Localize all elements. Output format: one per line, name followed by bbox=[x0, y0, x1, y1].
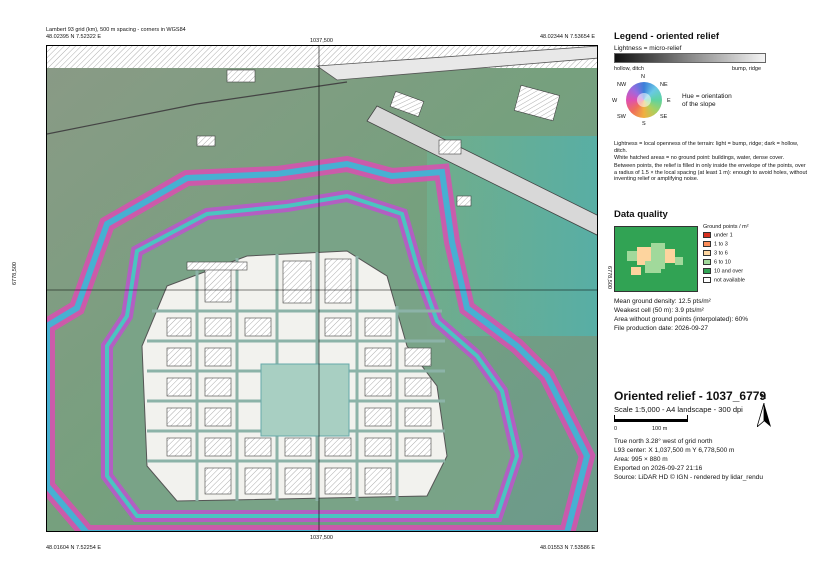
compass-sw: SW bbox=[617, 114, 626, 120]
compass-nw: NW bbox=[617, 82, 627, 88]
swatch-10-and-over bbox=[703, 268, 711, 274]
export-date: Exported on 2026-09-27 21:16 bbox=[614, 465, 703, 472]
central-square bbox=[260, 363, 350, 437]
compass-e: E bbox=[667, 98, 671, 104]
legend-title: Legend - oriented relief bbox=[614, 31, 720, 42]
legend-note-hatched: White hatched areas = no ground point: b… bbox=[614, 155, 785, 161]
production-date: File production date: 2026-09-27 bbox=[614, 325, 708, 332]
swatch-6-to-10 bbox=[703, 259, 711, 265]
legend-note-lightness: Lightness = local openness of the terrai… bbox=[614, 141, 799, 154]
compass-ne: NE bbox=[660, 82, 668, 88]
grid-caption: Lambert 93 grid (km), 500 m spacing - co… bbox=[46, 27, 186, 33]
map-scale: Scale 1:5,000 - A4 landscape - 300 dpi bbox=[614, 405, 743, 414]
corner-coord-top-left: 48.02395 N 7.52322 E bbox=[46, 34, 102, 40]
scale-bar-tick-left bbox=[614, 415, 615, 422]
quality-class-1-to-3: 1 to 3 bbox=[703, 241, 728, 248]
compass-se: SE bbox=[660, 114, 668, 120]
map-title: Oriented relief - 1037_6779 bbox=[614, 389, 767, 403]
grid-tick-top: 1037,500 bbox=[310, 38, 333, 44]
hue-label-1: Hue = orientation bbox=[682, 93, 732, 100]
lightness-label: Lightness = micro-relief bbox=[614, 45, 682, 52]
quality-class-10-and-over: 10 and over bbox=[703, 268, 743, 275]
quality-class-under-1: under 1 bbox=[703, 232, 733, 239]
scale-bar-tick-right bbox=[687, 415, 688, 422]
corner-coord-top-right: 48.02344 N 7.53654 E bbox=[540, 34, 596, 40]
area-without-points: Area without ground points (interpolated… bbox=[614, 316, 749, 323]
swatch-not-available bbox=[703, 277, 711, 283]
legend-note-interpolation: Between points, the relief is filled in … bbox=[614, 163, 808, 182]
quality-title: Data quality bbox=[614, 209, 668, 220]
ground-points-label: Ground points / m² bbox=[703, 224, 749, 230]
quality-class-3-to-6: 3 to 6 bbox=[703, 250, 728, 257]
weakest-cell: Weakest cell (50 m): 3.9 pts/m² bbox=[614, 307, 704, 314]
swatch-1-to-3 bbox=[703, 241, 711, 247]
map-center: L93 center: X 1,037,500 m Y 6,778,500 m bbox=[614, 447, 735, 454]
swatch-under-1 bbox=[703, 232, 711, 238]
scale-bar-hundred: 100 m bbox=[652, 426, 668, 432]
data-source: Source: LiDAR HD © IGN - rendered by lid… bbox=[614, 474, 763, 481]
relief-map[interactable] bbox=[46, 45, 598, 532]
relief-map-canvas bbox=[47, 46, 597, 531]
scale-bar bbox=[614, 419, 688, 422]
north-arrow-icon bbox=[757, 403, 771, 427]
quality-class-6-to-10: 6 to 10 bbox=[703, 259, 731, 266]
grid-tick-bottom: 1037,500 bbox=[310, 535, 333, 541]
scale-bar-zero: 0 bbox=[614, 426, 618, 432]
grid-tick-right: 6778,500 bbox=[606, 266, 612, 289]
hollow-label: hollow, ditch bbox=[614, 66, 644, 72]
lightness-ramp bbox=[614, 53, 766, 63]
map-area: Area: 995 × 880 m bbox=[614, 456, 668, 463]
hue-label-2: of the slope bbox=[682, 101, 716, 108]
north-label: N bbox=[761, 394, 767, 401]
swatch-3-to-6 bbox=[703, 250, 711, 256]
grid-tick-left: 6778,500 bbox=[12, 262, 18, 285]
density-map bbox=[614, 226, 698, 292]
quality-class-not-available: not available bbox=[703, 277, 745, 284]
compass-n: N bbox=[641, 74, 645, 80]
corner-coord-bottom-right: 48.01553 N 7.53586 E bbox=[540, 545, 596, 551]
mean-density: Mean ground density: 12.5 pts/m² bbox=[614, 298, 711, 305]
compass-s: S bbox=[642, 121, 646, 127]
true-north-note: True north 3.28° west of grid north bbox=[614, 438, 713, 445]
bump-label: bump, ridge bbox=[732, 66, 762, 72]
compass-w: W bbox=[612, 98, 618, 104]
corner-coord-bottom-left: 48.01604 N 7.52254 E bbox=[46, 545, 102, 551]
orientation-wheel bbox=[626, 82, 662, 118]
